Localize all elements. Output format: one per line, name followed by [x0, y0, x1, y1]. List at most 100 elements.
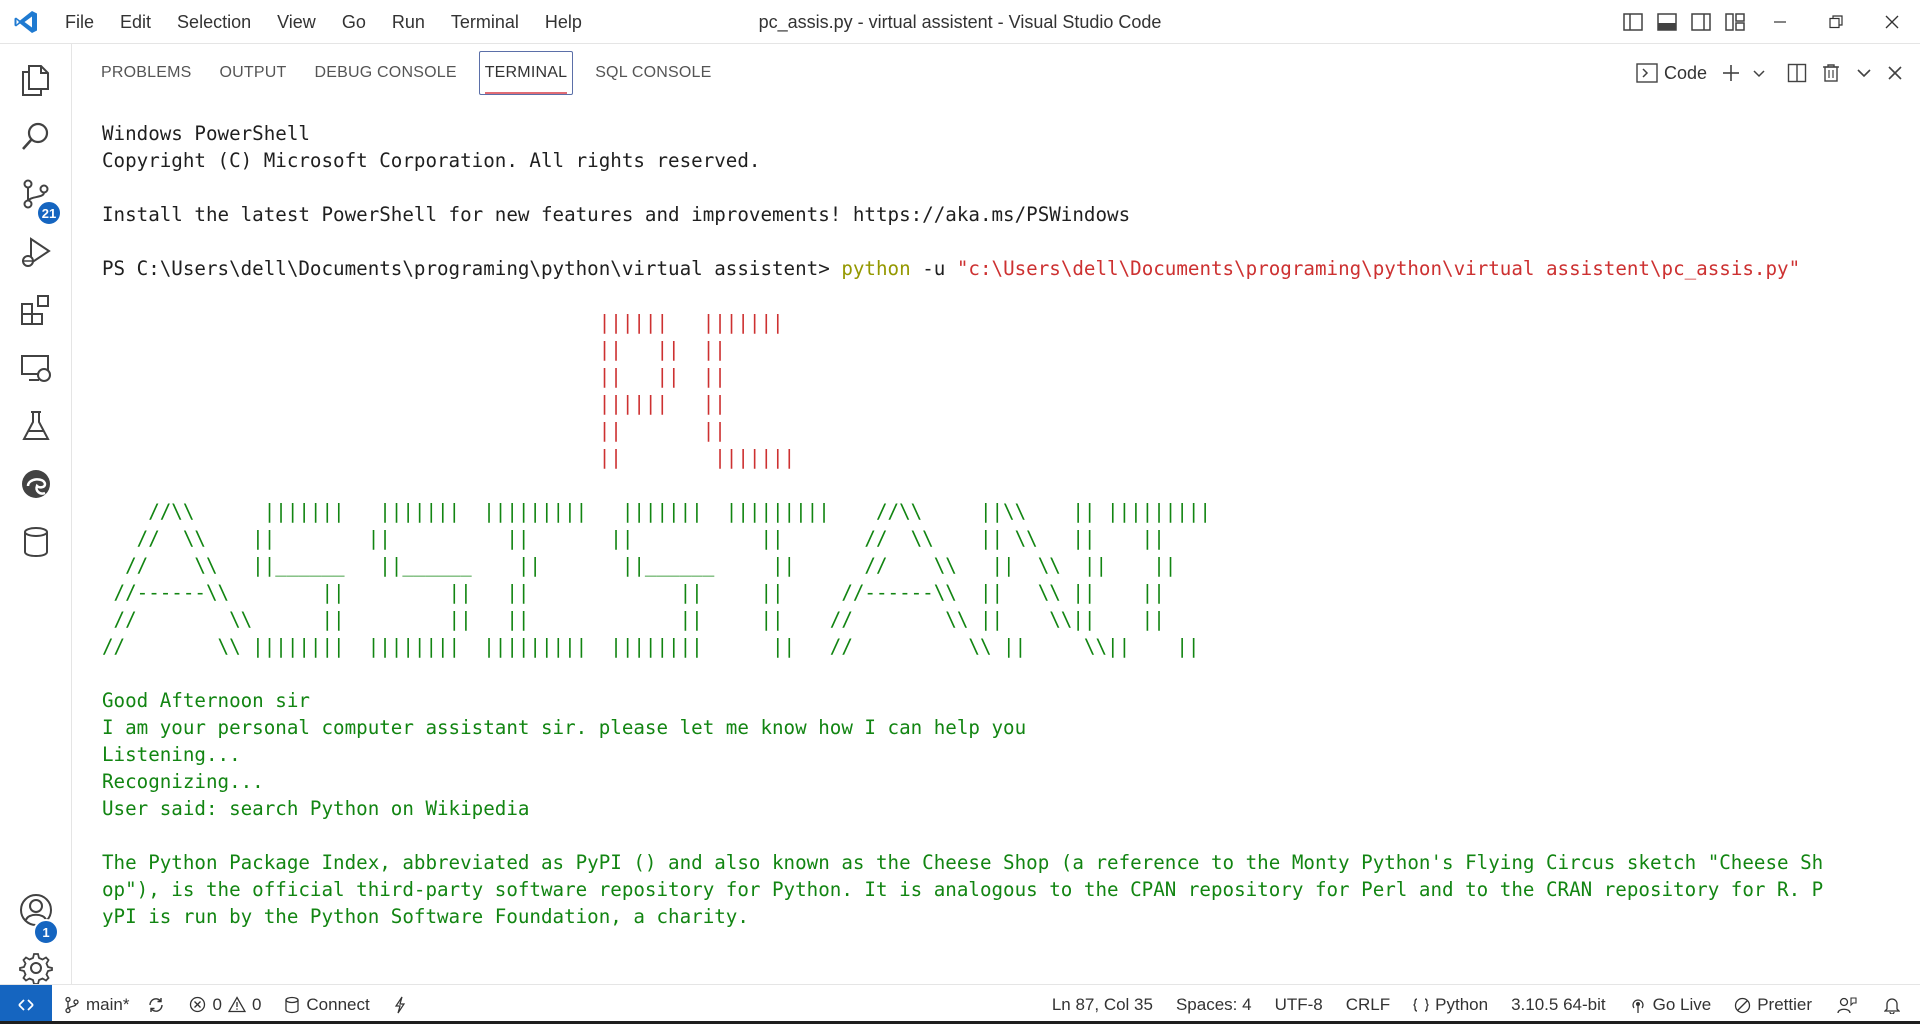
minimize-icon[interactable]: [1752, 0, 1808, 44]
branch-name: main*: [86, 994, 130, 1014]
wikipedia-result-line: yPI is run by the Python Software Founda…: [102, 905, 749, 928]
connect-label: Connect: [306, 994, 370, 1014]
terminal-profile-label: Code: [1663, 62, 1707, 83]
ascii-assistant-line: //\\ ||||||| ||||||| ||||||||| ||||||| |…: [102, 500, 1211, 523]
ascii-assistant-line: // \\ |||||||| |||||||| ||||||||| ||||||…: [102, 635, 1200, 658]
assistant-listening: Listening...: [102, 743, 241, 766]
source-control-icon[interactable]: 21: [0, 162, 72, 226]
ascii-pc-line: || |||||||: [102, 446, 796, 469]
split-terminal-icon[interactable]: [1780, 44, 1814, 102]
assistant-greeting: Good Afternoon sir: [102, 689, 310, 712]
terminal-install-hint: Install the latest PowerShell for new fe…: [102, 203, 1131, 226]
close-window-icon[interactable]: [1864, 0, 1920, 44]
panel-header: PROBLEMS OUTPUT DEBUG CONSOLE TERMINAL S…: [73, 44, 1920, 102]
terminal-profile-button[interactable]: Code: [1629, 44, 1714, 102]
menu-help[interactable]: Help: [532, 0, 595, 44]
cursor-position[interactable]: Ln 87, Col 35: [1043, 985, 1162, 1024]
new-terminal-icon[interactable]: [1714, 44, 1748, 102]
prettier-label: Prettier: [1757, 995, 1812, 1014]
run-and-debug-icon[interactable]: [0, 220, 72, 284]
ascii-pc-line: |||||| ||: [102, 392, 726, 415]
wikipedia-result-line: The Python Package Index, abbreviated as…: [102, 851, 1824, 874]
ascii-pc-line: |||||| |||||||: [102, 311, 784, 334]
status-bar: main* 0 0 Connect Ln 87, Col 35 Spaces: …: [0, 984, 1920, 1024]
terminal-banner-line: Windows PowerShell: [102, 122, 310, 145]
tab-problems[interactable]: PROBLEMS: [87, 44, 206, 102]
go-live-button[interactable]: Go Live: [1615, 985, 1721, 1024]
encoding[interactable]: UTF-8: [1261, 985, 1332, 1024]
ascii-pc-line: || || ||: [102, 365, 726, 388]
customize-layout-icon[interactable]: [1718, 0, 1752, 44]
go-live-label: Go Live: [1652, 995, 1712, 1014]
assistant-intro: I am your personal computer assistant si…: [102, 716, 1027, 739]
branch-status[interactable]: main*: [52, 985, 138, 1024]
toggle-primary-sidebar-icon[interactable]: [1616, 0, 1650, 44]
assistant-user-said: User said: search Python on Wikipedia: [102, 797, 530, 820]
explorer-icon[interactable]: [0, 48, 72, 112]
wikipedia-result-line: op"), is the official third-party softwa…: [102, 878, 1824, 901]
ascii-assistant-line: // \\ || || || || || // \\ || \\|| ||: [102, 608, 1165, 631]
tab-debug-console[interactable]: DEBUG CONSOLE: [301, 44, 471, 102]
terminal-panel[interactable]: Windows PowerShell Copyright (C) Microso…: [73, 102, 1920, 984]
close-panel-icon[interactable]: [1880, 44, 1910, 102]
menu-run[interactable]: Run: [379, 0, 438, 44]
toggle-panel-icon[interactable]: [1650, 0, 1684, 44]
edge-devtools-icon[interactable]: [0, 452, 72, 516]
testing-icon[interactable]: [0, 394, 72, 458]
line-endings[interactable]: CRLF: [1332, 985, 1399, 1024]
menu-edit[interactable]: Edit: [107, 0, 164, 44]
error-count: 0: [212, 994, 222, 1014]
warning-count: 0: [251, 994, 262, 1014]
menu-terminal[interactable]: Terminal: [438, 0, 532, 44]
status-bar-right: Ln 87, Col 35 Spaces: 4 UTF-8 CRLF Pytho…: [1043, 985, 1920, 1024]
remote-explorer-icon[interactable]: [0, 336, 72, 400]
terminal-command-flag: -u: [910, 257, 957, 280]
menu-file[interactable]: File: [52, 0, 107, 44]
tab-sql-console[interactable]: SQL CONSOLE: [581, 44, 725, 102]
tab-terminal[interactable]: TERMINAL: [471, 44, 582, 102]
menu-go[interactable]: Go: [329, 0, 379, 44]
search-icon[interactable]: [0, 104, 72, 168]
database-icon[interactable]: [0, 510, 72, 574]
language-mode[interactable]: Python: [1399, 985, 1497, 1024]
problems-status[interactable]: 0 0: [180, 985, 270, 1024]
notifications-bell-icon[interactable]: [1872, 985, 1920, 1024]
maximize-panel-chevron-icon[interactable]: [1848, 44, 1880, 102]
ascii-assistant-line: // \\ || || || || || // \\ || \\ || ||: [102, 527, 1165, 550]
ascii-pc-line: || || ||: [102, 338, 726, 361]
indentation[interactable]: Spaces: 4: [1162, 985, 1261, 1024]
lightning-icon[interactable]: [379, 985, 422, 1024]
tab-output[interactable]: OUTPUT: [206, 44, 301, 102]
python-interpreter[interactable]: 3.10.5 64-bit: [1497, 985, 1615, 1024]
feedback-icon[interactable]: [1821, 985, 1872, 1024]
title-bar: File Edit Selection View Go Run Terminal…: [0, 0, 1920, 44]
prettier-status[interactable]: Prettier: [1720, 985, 1821, 1024]
restore-icon[interactable]: [1808, 0, 1864, 44]
menu-bar: File Edit Selection View Go Run Terminal…: [52, 0, 595, 44]
terminal-prompt: PS C:\Users\dell\Documents\programing\py…: [102, 257, 842, 280]
title-controls: [1616, 0, 1920, 44]
terminal-output: Windows PowerShell Copyright (C) Microso…: [102, 120, 1823, 930]
remote-indicator-icon[interactable]: [0, 984, 52, 1024]
terminal-command-arg: "c:\Users\dell\Documents\programing\pyth…: [956, 257, 1801, 280]
toggle-secondary-sidebar-icon[interactable]: [1684, 0, 1718, 44]
activity-bar: 21 1: [0, 44, 72, 985]
extensions-icon[interactable]: [0, 278, 72, 342]
language-label: Python: [1435, 995, 1489, 1014]
ascii-assistant-line: // \\ ||______ ||______ || ||______ || /…: [102, 554, 1177, 577]
menu-view[interactable]: View: [264, 0, 329, 44]
ascii-pc-line: || ||: [102, 419, 726, 442]
terminal-command: python: [841, 257, 911, 280]
ascii-assistant-line: //------\\ || || || || || //------\\ || …: [102, 581, 1165, 604]
vscode-logo-icon[interactable]: [0, 0, 52, 44]
assistant-recognizing: Recognizing...: [102, 770, 264, 793]
chevron-down-icon[interactable]: [1748, 44, 1770, 102]
connect-status[interactable]: Connect: [270, 985, 378, 1024]
tab-focus-outline: [478, 51, 574, 95]
panel-actions: Code: [1629, 44, 1910, 102]
accounts-icon[interactable]: 1: [0, 878, 72, 945]
kill-terminal-trash-icon[interactable]: [1814, 44, 1848, 102]
sync-icon[interactable]: [138, 985, 180, 1024]
terminal-copyright-line: Copyright (C) Microsoft Corporation. All…: [102, 149, 761, 172]
menu-selection[interactable]: Selection: [164, 0, 264, 44]
